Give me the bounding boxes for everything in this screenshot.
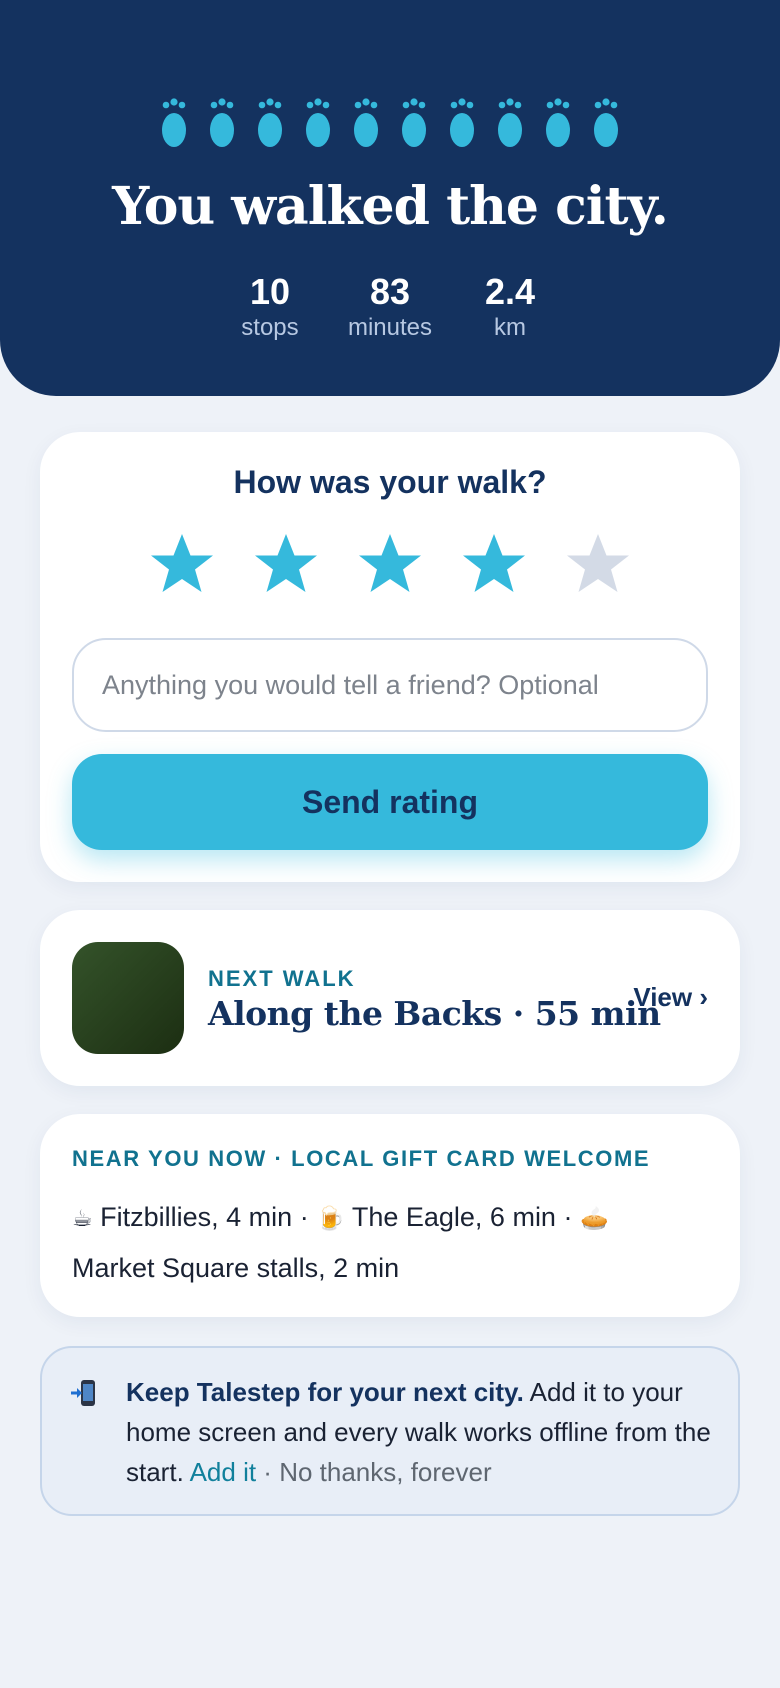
place-item[interactable]: Market Square stalls, 2 min (72, 1253, 399, 1283)
footprint-icon (594, 98, 618, 147)
stat-minutes: 83 minutes (348, 272, 432, 344)
star-filled-icon[interactable] (253, 532, 319, 598)
stat-label: stops (241, 314, 299, 341)
rating-question: How was your walk? (233, 464, 547, 500)
footprint-icon (162, 98, 186, 147)
stat-value: 10 (249, 271, 290, 312)
footprint-icon (258, 98, 282, 147)
near-you-card: NEAR YOU NOW · LOCAL GIFT CARD WELCOME ☕… (40, 1114, 740, 1317)
hero-title: You walked the city. (112, 176, 669, 237)
install-headline: Keep Talestep for your next city. (126, 1377, 524, 1407)
stat-label: minutes (347, 314, 433, 341)
star-filled-icon[interactable] (461, 532, 527, 598)
stat-distance: 2.4 km (480, 272, 540, 344)
nearby-places: ☕ Fitzbillies, 4 min · 🍺 The Eagle, 6 mi… (72, 1192, 712, 1293)
footprint-icon (546, 98, 570, 147)
next-walk-kicker: NEXT WALK (208, 966, 356, 991)
star-empty-icon[interactable] (565, 532, 631, 598)
completion-hero: You walked the city. 10 stops 83 minutes… (0, 0, 780, 396)
view-walk-link[interactable]: View › (633, 982, 708, 1013)
send-rating-button[interactable]: Send rating (72, 754, 708, 850)
install-prompt: Keep Talestep for your next city. Add it… (40, 1346, 740, 1516)
stat-label: km (494, 314, 527, 341)
footprint-icon (402, 98, 426, 147)
place-item[interactable]: Fitzbillies, 4 min (100, 1202, 292, 1232)
next-walk-title: Along the Backs · 55 min (208, 994, 661, 1033)
walk-stats: 10 stops 83 minutes 2.4 km (0, 272, 780, 344)
footprint-icon (210, 98, 234, 147)
beer-icon: 🍺 (316, 1205, 345, 1231)
footprint-icon (354, 98, 378, 147)
walk-thumbnail (72, 942, 184, 1054)
near-you-kicker: NEAR YOU NOW · LOCAL GIFT CARD WELCOME (72, 1146, 651, 1171)
stat-value: 2.4 (484, 271, 536, 312)
add-to-home-link[interactable]: Add it (190, 1457, 257, 1487)
star-filled-icon[interactable] (357, 532, 423, 598)
stat-stops: 10 stops (240, 272, 300, 344)
coffee-icon: ☕ (72, 1205, 93, 1231)
separator: · (292, 1202, 317, 1232)
footprint-icon (498, 98, 522, 147)
comment-input[interactable] (72, 638, 708, 732)
footprint-row (0, 98, 780, 150)
star-rating[interactable] (40, 532, 740, 612)
pie-icon: 🥧 (579, 1205, 609, 1231)
place-item[interactable]: The Eagle, 6 min (352, 1202, 556, 1232)
next-walk-card[interactable]: NEXT WALK Along the Backs · 55 min View … (40, 910, 740, 1086)
star-filled-icon[interactable] (149, 532, 215, 598)
dismiss-forever-link[interactable]: No thanks, forever (279, 1457, 491, 1487)
stat-value: 83 (369, 271, 411, 312)
phone-install-icon (71, 1380, 95, 1406)
separator: · (256, 1457, 280, 1487)
separator: · (555, 1202, 580, 1232)
footprint-icon (450, 98, 474, 147)
footprint-icon (306, 98, 330, 147)
install-message: Keep Talestep for your next city. Add it… (126, 1372, 726, 1492)
rating-card: How was your walk? Send rating (40, 432, 740, 882)
